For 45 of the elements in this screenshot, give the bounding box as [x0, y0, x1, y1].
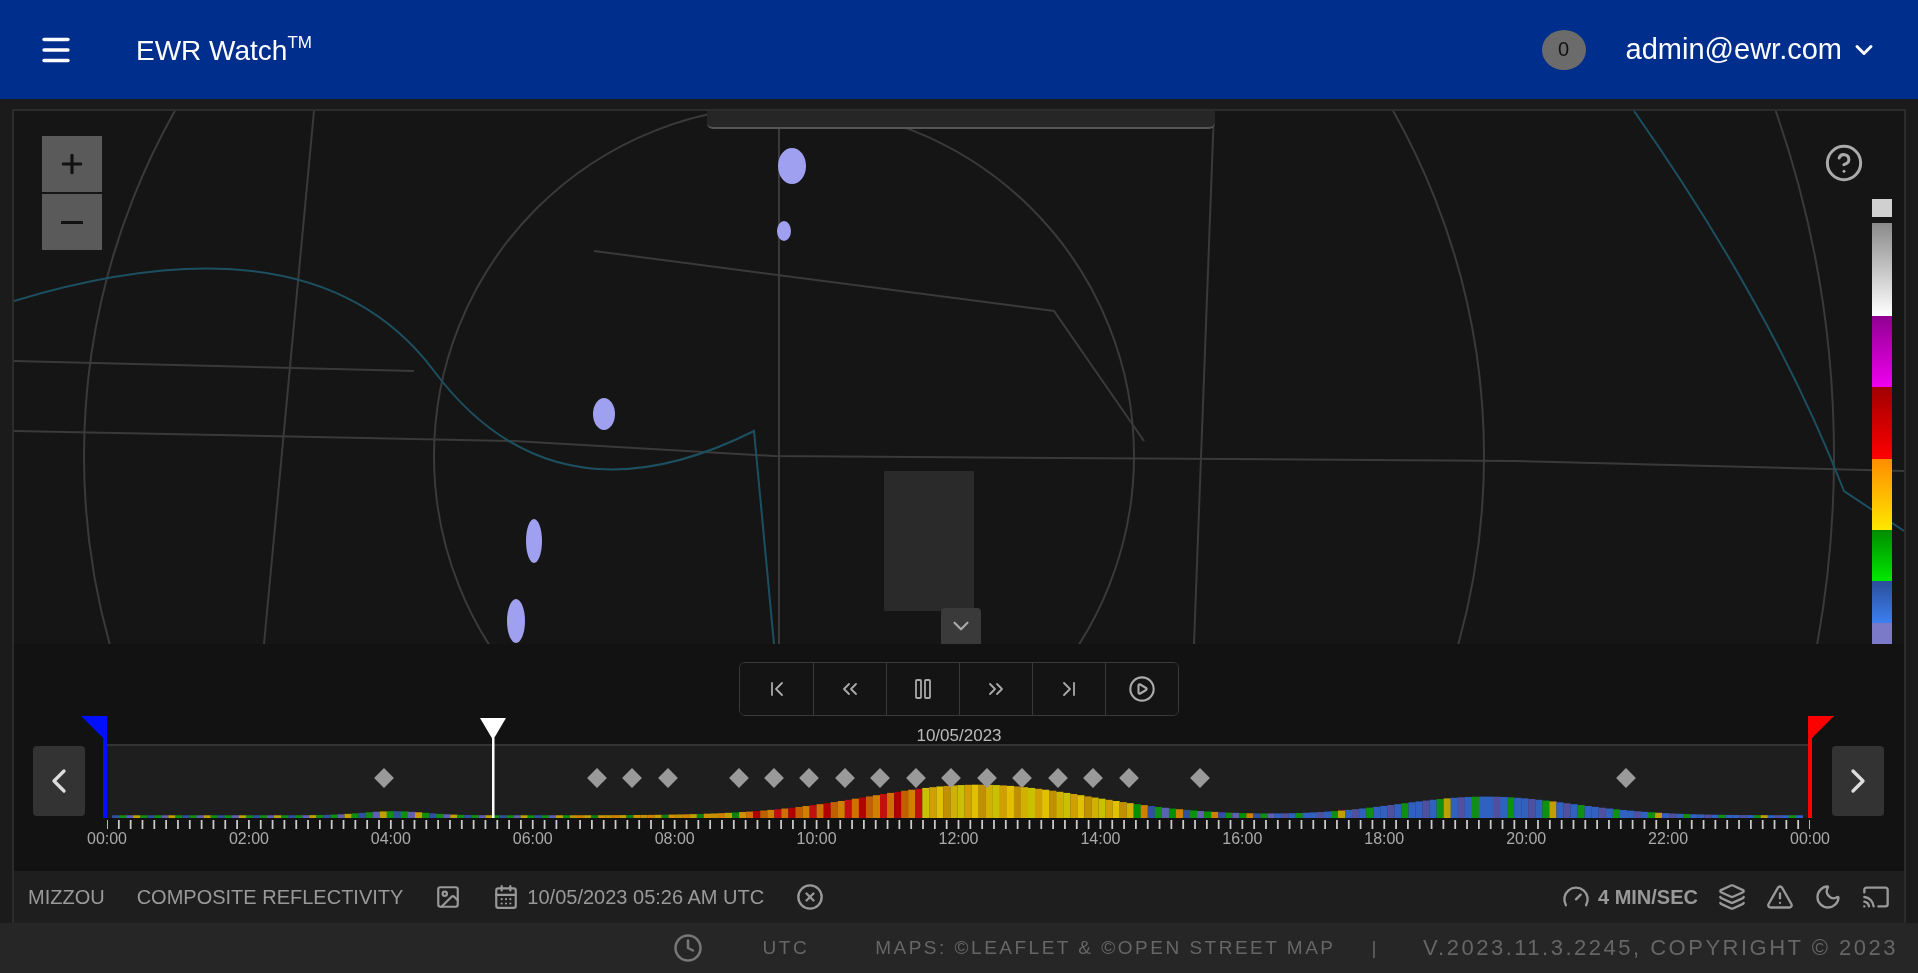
panel-handle[interactable] [707, 111, 1215, 129]
help-icon[interactable] [1824, 143, 1864, 183]
time-label: 00:00 [87, 830, 127, 848]
timeline-track[interactable] [107, 744, 1810, 818]
speed-label: 4 MIN/SEC [1597, 885, 1698, 909]
frame-marker[interactable] [977, 768, 997, 788]
minus-icon [61, 220, 83, 224]
frame-marker[interactable] [941, 768, 962, 788]
time-label: 22:00 [1648, 830, 1689, 848]
time-label: 18:00 [1364, 830, 1405, 848]
play-icon [1128, 675, 1156, 703]
playhead-slider-thumb[interactable] [477, 718, 508, 818]
moon-icon[interactable] [1814, 883, 1842, 911]
map-attribution: MAPS: ©LEAFLET & ©OPEN STREET MAP [875, 937, 1336, 959]
time-label: 02:00 [228, 830, 269, 848]
time-label: 06:00 [512, 830, 553, 848]
clear-icon[interactable] [796, 883, 825, 911]
time-label: 00:00 [1790, 830, 1830, 848]
previous-button[interactable] [33, 746, 85, 816]
next-button[interactable] [1832, 746, 1884, 816]
zoom-in-button[interactable] [42, 136, 102, 192]
time-label: 08:00 [654, 830, 695, 848]
play-button[interactable] [1105, 663, 1178, 715]
time-label: 16:00 [1222, 830, 1263, 848]
time-label: 04:00 [370, 830, 411, 848]
app-title: EWR Watch$^{TM}$ [136, 32, 312, 67]
time-label: 10:00 [796, 830, 837, 848]
image-icon[interactable] [435, 884, 462, 910]
datetime-label: 10/05/2023 05:26 AM UTC [527, 885, 765, 909]
timeline-date: 10/05/2023 [916, 726, 1002, 746]
layers-icon[interactable] [1718, 883, 1746, 911]
site-label: MIZZOU [28, 885, 105, 909]
time-label: 12:00 [938, 830, 979, 848]
notification-badge[interactable]: 0 [1541, 29, 1586, 70]
product-label: COMPOSITE REFLECTIVITY [136, 885, 404, 909]
separator-text: | [1371, 937, 1379, 959]
version-copyright: V.2023.11.3.2245, COPYRIGHT © 2023 [1422, 935, 1898, 961]
user-menu[interactable]: admin@ewr.com [1625, 33, 1878, 66]
calendar-icon[interactable] [493, 884, 520, 910]
clock-icon[interactable] [672, 933, 703, 963]
time-label: 14:00 [1080, 830, 1121, 848]
warning-icon[interactable] [1766, 883, 1794, 911]
timezone-label: UTC [762, 937, 810, 959]
collapse-button[interactable] [941, 608, 981, 644]
time-label: 20:00 [1506, 830, 1547, 848]
